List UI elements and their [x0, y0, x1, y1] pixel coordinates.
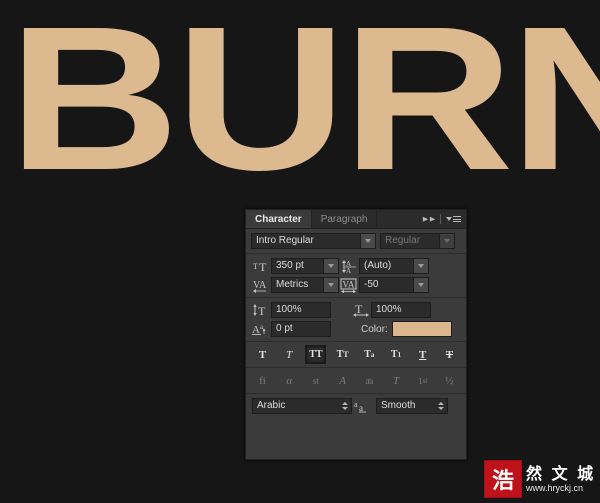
font-family-dropdown-arrow[interactable]	[360, 234, 375, 248]
tracking-value: -50	[364, 279, 379, 290]
font-section: Intro Regular Regular	[246, 229, 466, 254]
svg-text:T: T	[253, 262, 258, 271]
subscript-button[interactable]: T1	[386, 345, 407, 364]
watermark-seal: 浩	[484, 460, 522, 498]
leading-dropdown-arrow[interactable]	[413, 259, 428, 273]
small-caps-button[interactable]: TT	[332, 345, 353, 364]
svg-text:T: T	[258, 304, 266, 317]
vertical-scale-icon: T	[251, 302, 271, 318]
swash-button[interactable]: A	[332, 371, 353, 390]
font-size-dropdown-arrow[interactable]	[323, 259, 338, 273]
language-select[interactable]: Arabic	[252, 398, 352, 414]
superscript-button[interactable]: Ta	[359, 345, 380, 364]
leading-field[interactable]: (Auto)	[359, 258, 429, 274]
leading-value: (Auto)	[364, 260, 392, 271]
size-leading-row: T T 350 pt A A (Auto)	[251, 258, 461, 274]
scale-row: T 100% T 100%	[251, 302, 461, 318]
tab-paragraph[interactable]: Paragraph	[311, 210, 378, 228]
watermark-text-block: 然 文 城 www.hryckj.cn	[526, 463, 596, 494]
kerning-value: Metrics	[276, 279, 309, 290]
fractions-button[interactable]: ½	[439, 371, 460, 390]
standard-ligatures-button[interactable]: fi	[252, 371, 273, 390]
font-family-value: Intro Regular	[256, 235, 314, 246]
font-row: Intro Regular Regular	[251, 233, 461, 249]
tracking-dropdown-arrow[interactable]	[413, 278, 428, 292]
anti-alias-icon: a a	[354, 400, 370, 413]
kerning-field[interactable]: Metrics	[271, 277, 339, 293]
discretionary-ligatures-button[interactable]: st	[305, 371, 326, 390]
horizontal-scale-value: 100%	[376, 304, 402, 315]
baseline-shift-icon: A a	[251, 321, 271, 337]
antialias-select[interactable]: Smooth	[376, 398, 448, 414]
svg-text:VA: VA	[343, 279, 355, 289]
text-color-swatch[interactable]	[391, 321, 452, 337]
horizontal-scale-icon: T	[351, 302, 371, 318]
chevron-down-icon	[446, 217, 452, 221]
horizontal-scale-field[interactable]: 100%	[371, 302, 431, 318]
vertical-scale-field[interactable]: 100%	[271, 302, 331, 318]
panel-header-icons: ►►	[421, 210, 466, 228]
tracking-field[interactable]: -50	[359, 277, 429, 293]
canvas-text-burn[interactable]: BURN	[8, 0, 600, 201]
scale-section: T 100% T 100% A a 0 pt Color:	[246, 298, 466, 342]
language-value: Arabic	[257, 400, 286, 411]
oldstyle-button[interactable]: aͤa	[359, 371, 380, 390]
font-style-field[interactable]: Regular	[380, 233, 455, 249]
kerning-dropdown-arrow[interactable]	[323, 278, 338, 292]
svg-text:a: a	[354, 400, 358, 409]
icon-divider	[440, 214, 441, 224]
metrics-section: T T 350 pt A A (Auto) V A Metrics VA -50	[246, 254, 466, 298]
contextual-alternates-button[interactable]: α	[279, 371, 300, 390]
titling-alternates-button[interactable]: T	[386, 371, 407, 390]
baseline-color-row: A a 0 pt Color:	[251, 321, 461, 337]
bottom-row: Arabic a a Smooth	[246, 394, 466, 418]
strikethrough-button[interactable]: T	[439, 345, 460, 364]
svg-text:T: T	[259, 260, 267, 273]
vertical-scale-value: 100%	[276, 304, 302, 315]
style-buttons-row: T T TT TT Ta T1 T T	[246, 342, 466, 367]
font-style-dropdown-arrow[interactable]	[439, 234, 454, 248]
faux-bold-button[interactable]: T	[252, 345, 273, 364]
faux-italic-button[interactable]: T	[279, 345, 300, 364]
svg-text:T: T	[355, 303, 363, 316]
font-size-value: 350 pt	[276, 260, 304, 271]
panel-menu-icon[interactable]	[446, 215, 461, 224]
watermark-chinese-text: 然 文 城	[526, 463, 596, 483]
style-buttons-section: T T TT TT Ta T1 T T fi α st A aͤa T 1st …	[246, 342, 466, 394]
character-panel[interactable]: Character Paragraph ►► Intro Regular Reg…	[245, 209, 467, 460]
kerning-tracking-row: V A Metrics VA -50	[251, 277, 461, 293]
tab-character-label: Character	[255, 213, 302, 225]
font-style-value: Regular	[385, 235, 421, 246]
double-right-arrow-icon[interactable]: ►►	[421, 215, 437, 224]
tracking-icon: VA	[339, 277, 359, 293]
underline-button[interactable]: T	[412, 345, 433, 364]
antialias-spinner-icon[interactable]	[435, 399, 447, 413]
svg-text:A: A	[259, 280, 267, 291]
antialias-value: Smooth	[381, 400, 416, 411]
watermark-url: www.hryckj.cn	[526, 482, 584, 493]
watermark-seal-char: 浩	[491, 469, 514, 494]
tab-character[interactable]: Character	[246, 210, 312, 228]
watermark: 浩 然 文 城 www.hryckj.cn	[484, 458, 596, 500]
svg-text:A: A	[346, 267, 351, 274]
font-size-field[interactable]: 350 pt	[271, 258, 339, 274]
leading-icon: A A	[339, 258, 359, 274]
opentype-buttons-row: fi α st A aͤa T 1st ½	[246, 367, 466, 393]
menu-lines-icon	[453, 215, 461, 224]
tab-paragraph-label: Paragraph	[320, 213, 368, 225]
tabbar-spacer	[377, 210, 422, 228]
color-label: Color:	[361, 323, 388, 335]
font-size-icon: T T	[251, 258, 271, 274]
svg-text:a: a	[359, 403, 363, 413]
panel-tabbar: Character Paragraph ►►	[246, 210, 466, 229]
baseline-shift-value: 0 pt	[276, 323, 293, 334]
ordinals-button[interactable]: 1st	[412, 371, 433, 390]
kerning-icon: V A	[251, 277, 271, 293]
all-caps-button[interactable]: TT	[305, 345, 327, 364]
baseline-shift-field[interactable]: 0 pt	[271, 321, 331, 337]
language-spinner-icon[interactable]	[339, 399, 351, 413]
font-family-field[interactable]: Intro Regular	[251, 233, 376, 249]
